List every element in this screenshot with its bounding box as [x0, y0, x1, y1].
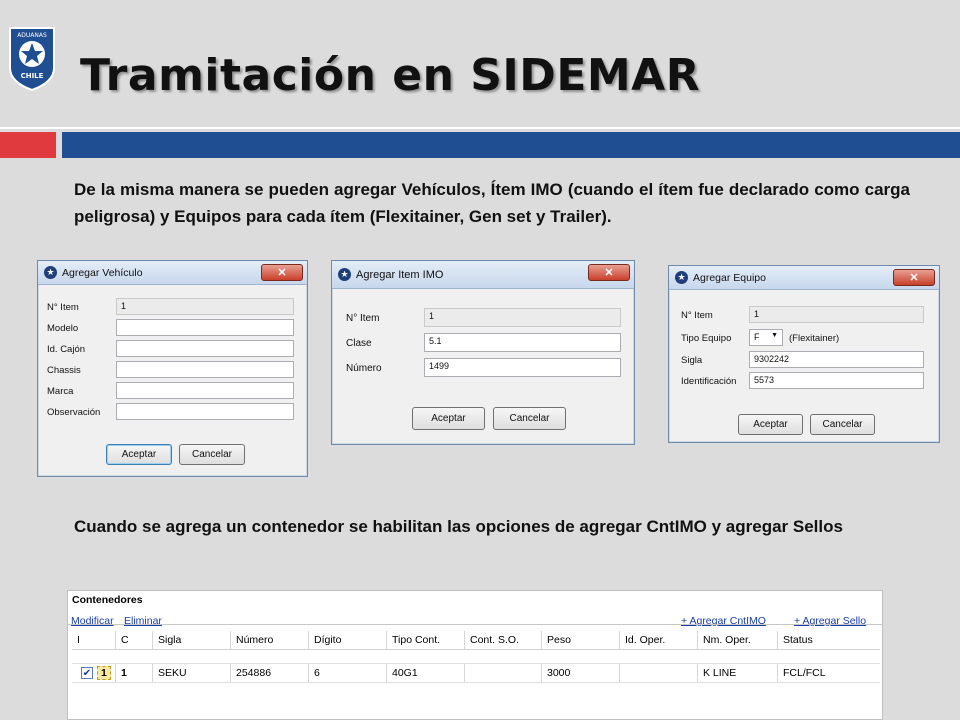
column-header[interactable]: Dígito [309, 631, 387, 649]
dialog-titlebar: ★ Agregar Item IMO ✕ [332, 261, 634, 289]
dialog-title: Agregar Item IMO [356, 268, 444, 281]
close-button[interactable]: ✕ [893, 269, 935, 286]
cancel-button[interactable]: Cancelar [493, 407, 566, 430]
contenedores-panel: Contenedores Modificar Eliminar + Agrega… [67, 590, 883, 720]
table-cell: 40G1 [387, 664, 465, 682]
dialog-agregar-vehiculo: ★ Agregar Vehículo ✕ N° Item 1 Modelo Id… [37, 260, 308, 477]
tipo-equipo-value: F [754, 332, 760, 342]
row-index-cell[interactable]: 1 [97, 666, 111, 680]
slide-title: Tramitación en SIDEMAR [80, 50, 701, 101]
column-header[interactable]: Tipo Cont. [387, 631, 465, 649]
field-label-numero: Número [346, 363, 382, 374]
column-header[interactable]: Número [231, 631, 309, 649]
app-star-icon: ★ [338, 268, 351, 281]
cancel-button[interactable]: Cancelar [810, 414, 875, 435]
dialog-title: Agregar Equipo [693, 271, 766, 284]
app-star-icon: ★ [675, 271, 688, 284]
table-cell: 3000 [542, 664, 620, 682]
sigla-input[interactable]: 9302242 [749, 351, 924, 368]
table-cell: 254886 [231, 664, 309, 682]
tipo-equipo-select[interactable]: F ▼ [749, 329, 783, 346]
modelo-input[interactable] [116, 319, 294, 336]
field-label-chassis: Chassis [47, 365, 81, 376]
table-cell: K LINE [698, 664, 778, 682]
chassis-input[interactable] [116, 361, 294, 378]
column-header[interactable]: C [116, 631, 153, 649]
select-cell: ✔ 1 [72, 664, 116, 682]
aduanas-chile-logo-icon: ADUANAS CHILE [9, 27, 55, 92]
observacion-input[interactable] [116, 403, 294, 420]
column-header[interactable]: Status [778, 631, 880, 649]
field-label-sigla: Sigla [681, 355, 703, 366]
panel-title: Contenedores [72, 594, 143, 606]
field-label-item: N° Item [346, 313, 380, 324]
table-header: I C Sigla Número Dígito Tipo Cont. Cont.… [72, 631, 880, 650]
dialog-agregar-item-imo: ★ Agregar Item IMO ✕ N° Item 1 Clase 5.1… [331, 260, 635, 445]
field-label-modelo: Modelo [47, 323, 79, 334]
item-field: 1 [749, 306, 924, 323]
field-label-observacion: Observación [47, 407, 101, 418]
id-cajon-input[interactable] [116, 340, 294, 357]
row-checkbox[interactable]: ✔ [81, 667, 93, 679]
column-header[interactable]: Sigla [153, 631, 231, 649]
accent-bar-red [0, 132, 56, 158]
paragraph-1: De la misma manera se pueden agregar Veh… [74, 180, 910, 226]
close-button[interactable]: ✕ [588, 264, 630, 281]
item-field: 1 [116, 298, 294, 315]
column-header[interactable]: I [72, 631, 116, 649]
field-label-item: N° Item [47, 302, 79, 313]
field-label-item: N° Item [681, 310, 713, 321]
item-field: 1 [424, 308, 621, 327]
divider-line [0, 127, 960, 129]
cancel-button[interactable]: Cancelar [179, 444, 245, 465]
dialog-title: Agregar Vehículo [62, 266, 143, 279]
add-sello-link[interactable]: + Agregar Sello [794, 615, 866, 627]
close-button[interactable]: ✕ [261, 264, 303, 281]
tipo-equipo-note: (Flexitainer) [789, 333, 840, 344]
toolbar-divider [68, 624, 882, 625]
column-header[interactable]: Cont. S.O. [465, 631, 542, 649]
dialog-titlebar: ★ Agregar Vehículo ✕ [38, 261, 307, 285]
field-label-tipo-equipo: Tipo Equipo [681, 333, 732, 344]
table-cell: 1 [116, 664, 153, 682]
delete-link[interactable]: Eliminar [124, 615, 162, 627]
logo-text-bottom: CHILE [21, 72, 44, 80]
column-header[interactable]: Nm. Oper. [698, 631, 778, 649]
marca-input[interactable] [116, 382, 294, 399]
chevron-down-icon: ▼ [771, 332, 778, 339]
accept-button[interactable]: Aceptar [412, 407, 485, 430]
table-cell: SEKU [153, 664, 231, 682]
table-cell: 6 [309, 664, 387, 682]
paragraph-2: Cuando se agrega un contenedor se habili… [74, 517, 843, 536]
app-star-icon: ★ [44, 266, 57, 279]
clase-input[interactable]: 5.1 [424, 333, 621, 352]
field-label-marca: Marca [47, 386, 74, 397]
accept-button[interactable]: Aceptar [738, 414, 803, 435]
table-cell [465, 664, 542, 682]
column-header[interactable]: Id. Oper. [620, 631, 698, 649]
field-label-id-cajon: Id. Cajón [47, 344, 86, 355]
accent-bar-blue [62, 132, 960, 158]
field-label-identificacion: Identificación [681, 376, 737, 387]
modify-link[interactable]: Modificar [71, 615, 114, 627]
dialog-agregar-equipo: ★ Agregar Equipo ✕ N° Item 1 Tipo Equipo… [668, 265, 940, 443]
column-header[interactable]: Peso [542, 631, 620, 649]
accept-button[interactable]: Aceptar [106, 444, 172, 465]
dialog-titlebar: ★ Agregar Equipo ✕ [669, 266, 939, 290]
table-row[interactable]: ✔ 1 1 SEKU 254886 6 40G1 3000 K LINE FCL… [72, 663, 880, 683]
table-cell [620, 664, 698, 682]
add-cntimo-link[interactable]: + Agregar CntIMO [681, 615, 766, 627]
field-label-clase: Clase [346, 338, 372, 349]
table-cell: FCL/FCL [783, 667, 826, 679]
numero-input[interactable]: 1499 [424, 358, 621, 377]
identificacion-input[interactable]: 5573 [749, 372, 924, 389]
logo-text-top: ADUANAS [17, 32, 47, 39]
